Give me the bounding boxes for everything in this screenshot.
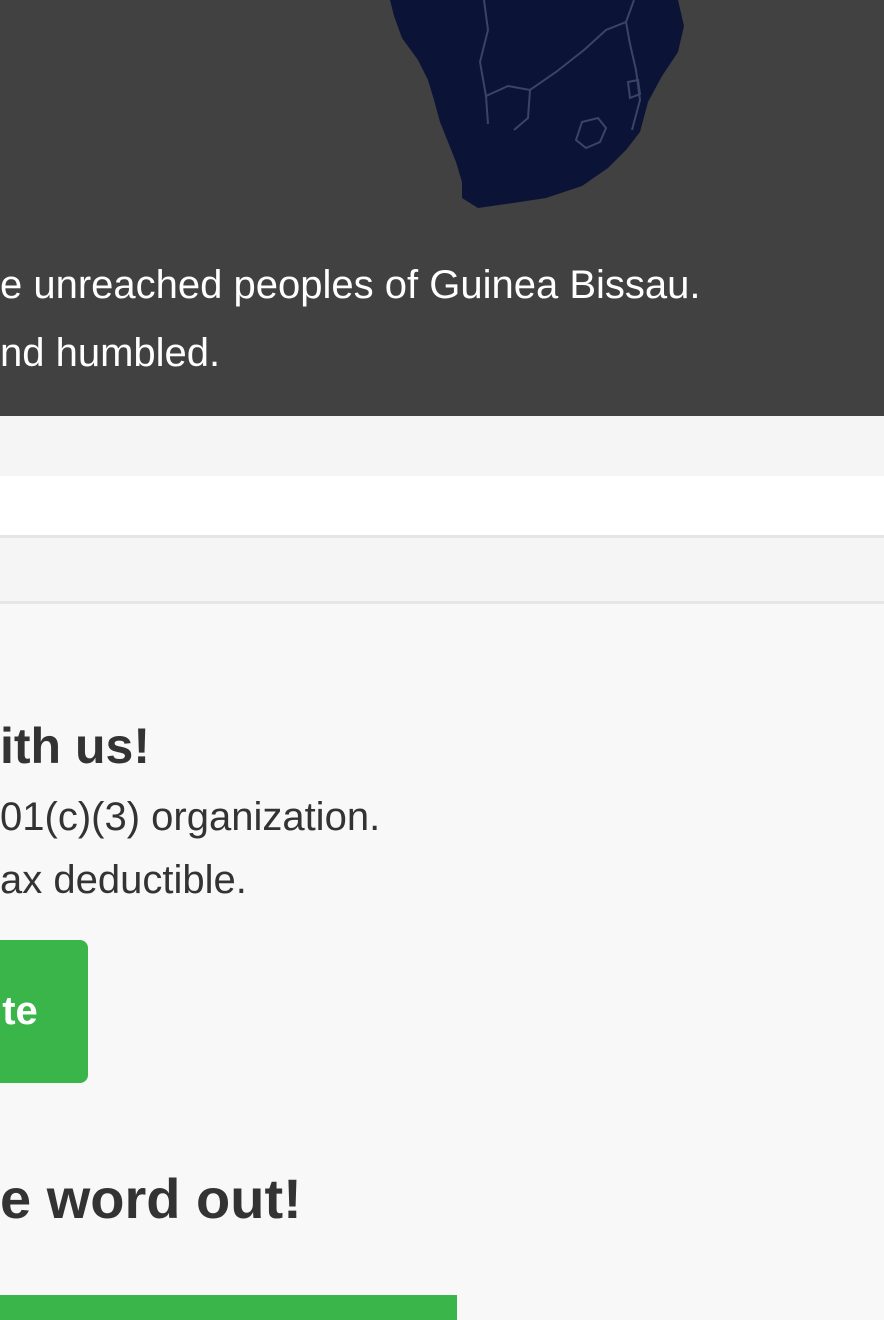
- section-spacer: [0, 538, 884, 602]
- hero-section: e unreached peoples of Guinea Bissau. nd…: [0, 0, 884, 416]
- section-spacer: [0, 416, 884, 476]
- donate-button-label: te: [2, 989, 38, 1033]
- hero-text-line-2: nd humbled.: [0, 331, 221, 375]
- share-heading: e word out!: [0, 1167, 302, 1230]
- content-strip: [0, 476, 884, 536]
- tax-deductible-text: ax deductible.: [0, 858, 247, 902]
- divider: [0, 601, 884, 604]
- share-button[interactable]: [0, 1295, 457, 1320]
- give-heading: ith us!: [0, 718, 150, 774]
- nonprofit-status-text: 01(c)(3) organization.: [0, 795, 381, 839]
- hero-text-line-1: e unreached peoples of Guinea Bissau.: [0, 263, 701, 307]
- donate-button[interactable]: te: [0, 940, 88, 1083]
